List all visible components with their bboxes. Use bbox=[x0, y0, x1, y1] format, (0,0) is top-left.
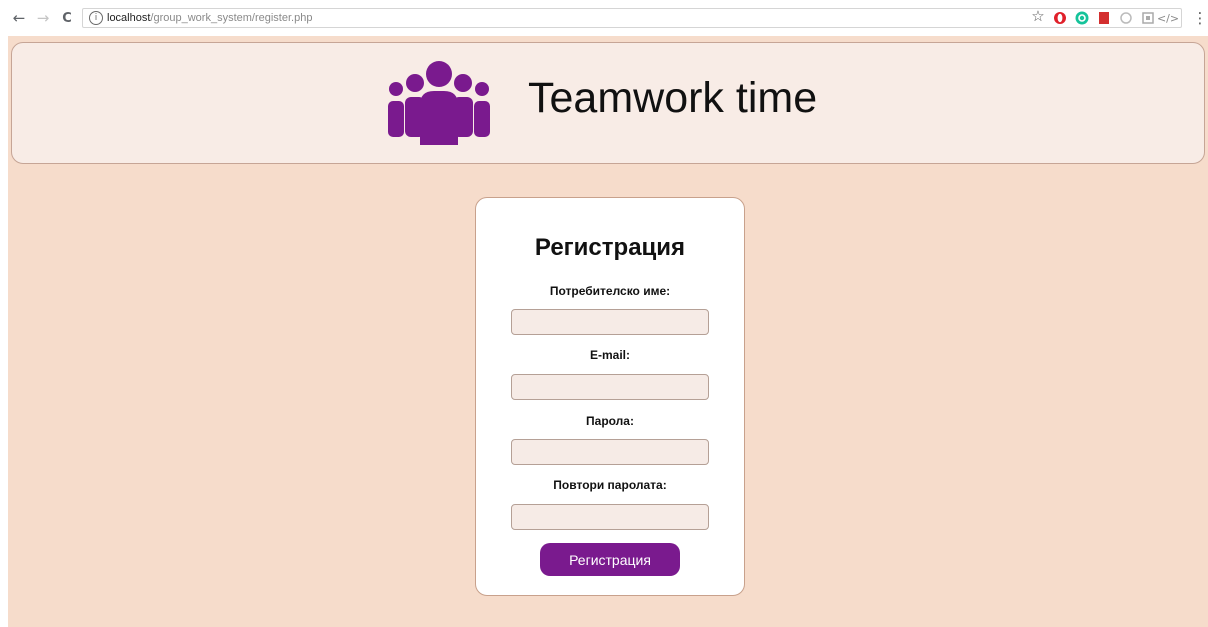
registration-form: Регистрация Потребителско име: E-mail: П… bbox=[475, 197, 745, 596]
email-input[interactable] bbox=[511, 374, 709, 400]
password-input[interactable] bbox=[511, 439, 709, 465]
password-label: Парола: bbox=[586, 414, 634, 428]
forward-arrow-icon[interactable]: → bbox=[34, 9, 52, 27]
username-label: Потребителско име: bbox=[549, 284, 671, 298]
info-icon[interactable]: i bbox=[89, 11, 103, 25]
username-input[interactable] bbox=[511, 309, 709, 335]
address-bar[interactable]: i localhost /group_work_system/register.… bbox=[82, 8, 1182, 28]
bookmark-red-icon[interactable] bbox=[1096, 10, 1112, 26]
page-body: Teamwork time Регистрация Потребителско … bbox=[8, 36, 1208, 627]
extension-square-icon[interactable] bbox=[1140, 10, 1156, 26]
opera-icon[interactable] bbox=[1052, 10, 1068, 26]
grammarly-icon[interactable] bbox=[1074, 10, 1090, 26]
team-people-icon bbox=[388, 61, 490, 145]
site-title: Teamwork time bbox=[528, 74, 818, 122]
browser-toolbar: ← → C i localhost /group_work_system/reg… bbox=[0, 0, 1208, 36]
header-banner: Teamwork time bbox=[11, 42, 1205, 164]
repeat-password-input[interactable] bbox=[511, 504, 709, 530]
menu-icon[interactable]: ⋮ bbox=[1192, 9, 1208, 27]
form-title: Регистрация bbox=[534, 234, 686, 261]
repeat-password-label: Повтори паролата: bbox=[553, 478, 667, 492]
url-host: localhost bbox=[107, 12, 151, 24]
star-icon[interactable]: ☆ bbox=[1030, 7, 1046, 25]
register-button[interactable]: Регистрация bbox=[540, 543, 680, 576]
reload-icon[interactable]: C bbox=[58, 9, 76, 27]
extension-circle-icon[interactable] bbox=[1118, 10, 1134, 26]
email-label: E-mail: bbox=[589, 348, 630, 362]
back-arrow-icon[interactable]: ← bbox=[10, 9, 28, 27]
url-path: /group_work_system/register.php bbox=[150, 12, 313, 24]
code-icon[interactable]: </> bbox=[1157, 10, 1179, 26]
